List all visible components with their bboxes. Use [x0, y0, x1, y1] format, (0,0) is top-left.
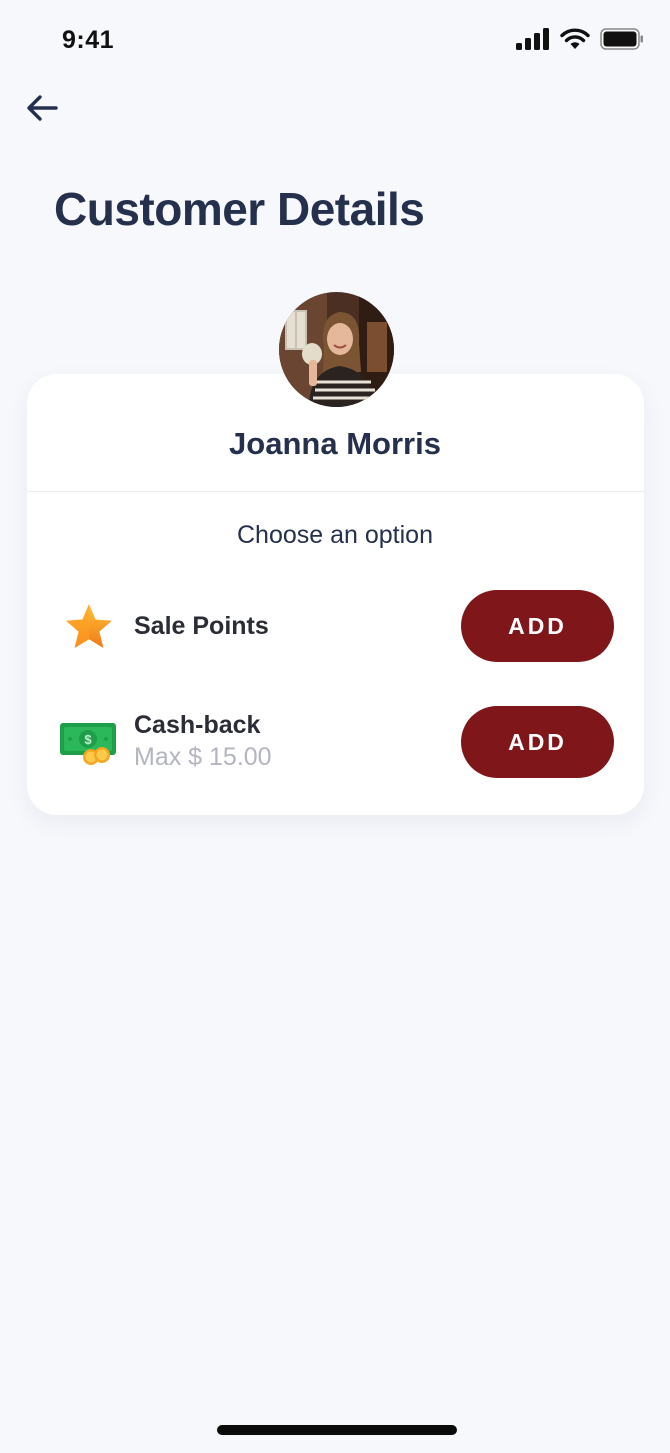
add-sale-points-button[interactable]: ADD: [461, 590, 614, 662]
cash-money-icon: $: [60, 721, 118, 772]
battery-icon: [600, 28, 643, 50]
wifi-icon: [560, 28, 590, 49]
star-icon: [64, 602, 114, 657]
avatar: [279, 292, 394, 407]
choose-option-label: Choose an option: [237, 521, 433, 549]
cellular-signal-icon: [516, 28, 549, 50]
arrow-left-icon: [27, 95, 58, 121]
home-indicator: [217, 1425, 457, 1435]
divider: [27, 491, 644, 492]
back-button[interactable]: [22, 88, 62, 128]
option-title-cash-back: Cash-back: [134, 711, 261, 739]
option-subtitle-cash-back: Max $ 15.00: [134, 743, 272, 771]
status-time: 9:41: [62, 26, 115, 54]
svg-text:$: $: [84, 732, 92, 747]
customer-name: Joanna Morris: [229, 426, 441, 461]
status-icons: [516, 28, 644, 50]
page-title: Customer Details: [54, 183, 425, 235]
status-bar: 9:41: [0, 0, 670, 80]
option-title-sale-points: Sale Points: [134, 612, 269, 640]
add-cash-back-button[interactable]: ADD: [461, 706, 614, 778]
